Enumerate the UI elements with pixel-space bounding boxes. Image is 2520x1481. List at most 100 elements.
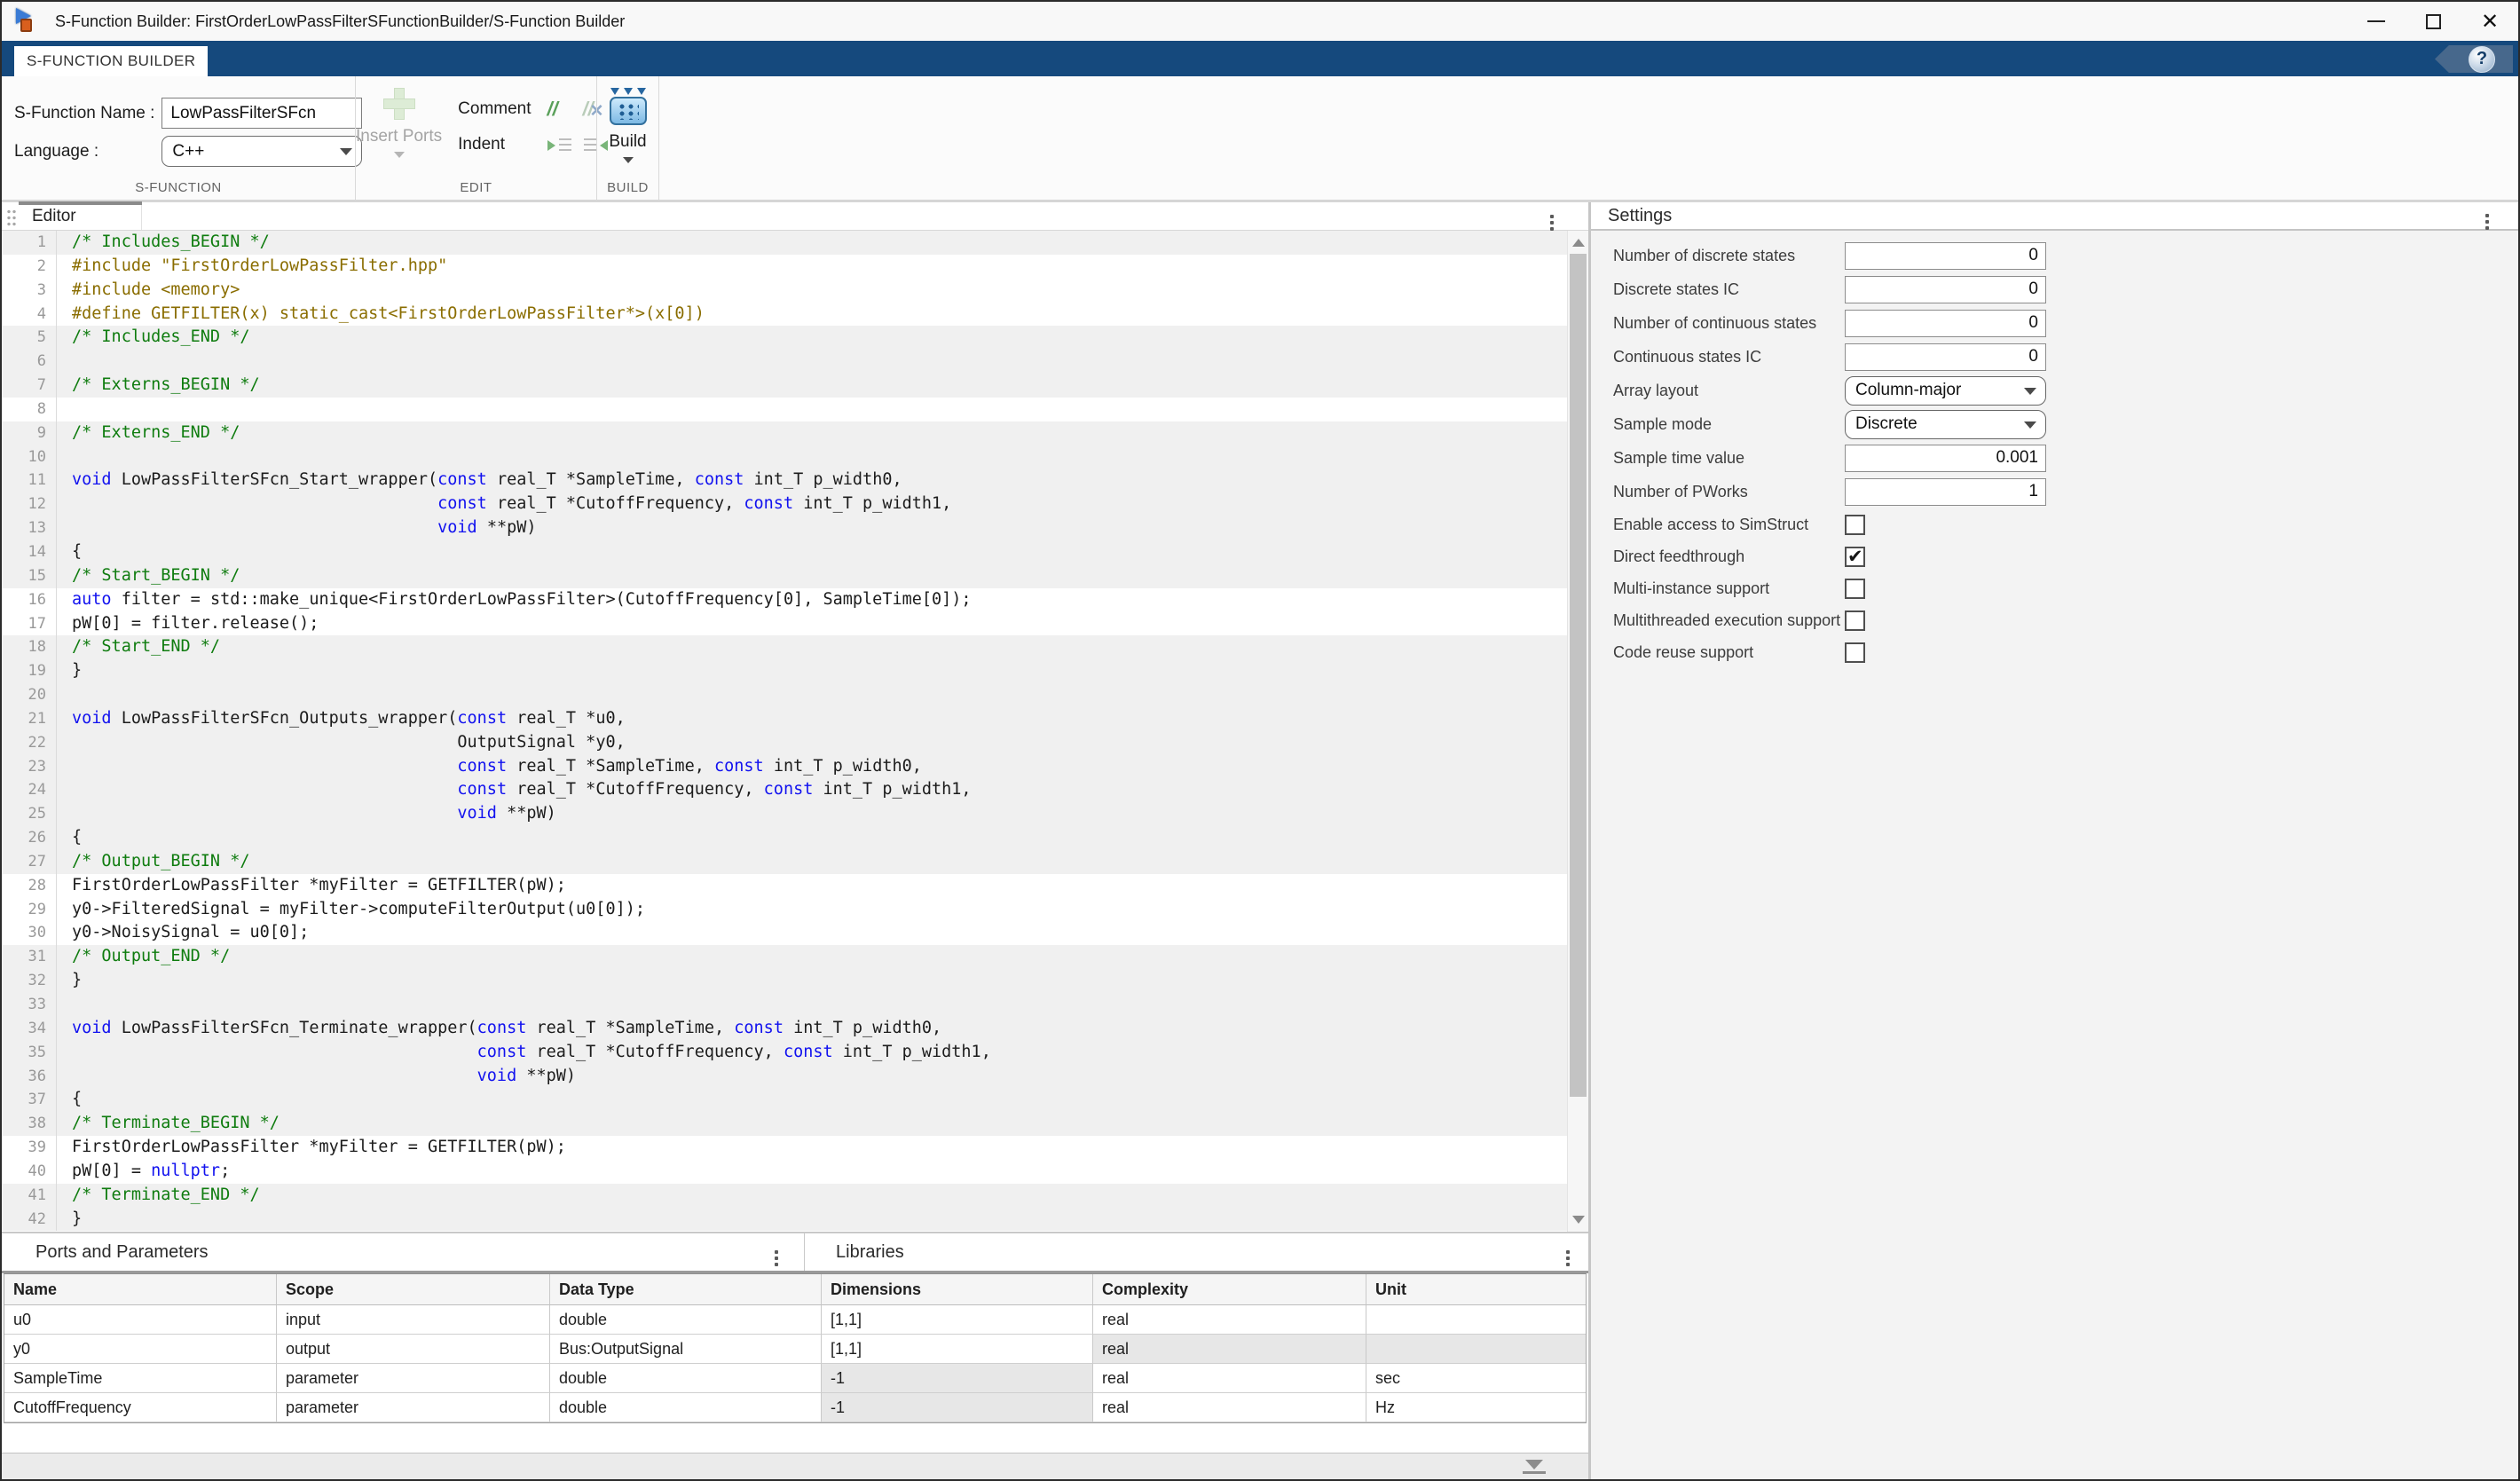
table-cell[interactable]: u0 [4, 1305, 277, 1335]
scroll-up-icon[interactable] [1572, 239, 1585, 247]
chevron-down-icon [2024, 421, 2036, 429]
insert-ports-label: Insert Ports [356, 127, 442, 146]
collapse-panel-button[interactable] [1523, 1460, 1546, 1474]
setting-input[interactable]: 0 [1845, 343, 2046, 371]
code-line[interactable]: 29y0->FilteredSignal = myFilter->compute… [2, 898, 1588, 922]
table-cell[interactable]: real [1093, 1393, 1366, 1422]
code-line[interactable]: 8 [2, 398, 1588, 421]
table-header-cell[interactable]: Data Type [550, 1274, 822, 1305]
sfunction-name-input[interactable]: LowPassFilterSFcn [161, 98, 362, 129]
line-number: 2 [2, 255, 57, 279]
setting-dropdown[interactable]: Column-major [1845, 376, 2046, 406]
maximize-button[interactable] [2405, 2, 2461, 41]
tab-editor[interactable]: Editor [20, 202, 142, 230]
table-cell[interactable]: SampleTime [4, 1364, 277, 1393]
code-line: 38/* Terminate_BEGIN */ [2, 1112, 1588, 1136]
setting-input[interactable]: 1 [1845, 478, 2046, 506]
collapse-bar-icon [1523, 1471, 1546, 1474]
maximize-icon [2426, 14, 2441, 29]
line-number: 1 [2, 231, 57, 255]
code-text: const real_T *CutoffFrequency, const int… [57, 778, 972, 802]
window-title: S-Function Builder: FirstOrderLowPassFil… [55, 12, 625, 31]
indent-right-icon[interactable] [547, 135, 572, 158]
table-cell[interactable]: [1,1] [822, 1305, 1093, 1335]
setting-label: Array layout [1613, 382, 1698, 400]
table-cell[interactable]: double [550, 1364, 822, 1393]
libraries-header[interactable]: Libraries [805, 1233, 1588, 1271]
setting-checkbox[interactable] [1845, 547, 1865, 567]
setting-input[interactable]: 0.001 [1845, 445, 2046, 472]
editor-panel-menu-button[interactable] [1540, 202, 1563, 230]
setting-checkbox[interactable] [1845, 642, 1865, 663]
table-cell[interactable]: Hz [1366, 1393, 1586, 1422]
tab-sfunction-builder[interactable]: S-FUNCTION BUILDER [14, 46, 208, 76]
editor-scrollbar[interactable] [1567, 231, 1588, 1232]
table-header-cell[interactable]: Dimensions [822, 1274, 1093, 1305]
setting-checkbox[interactable] [1845, 611, 1865, 631]
close-button[interactable]: ✕ [2461, 2, 2518, 41]
table-cell[interactable]: CutoffFrequency [4, 1393, 277, 1422]
code-text: { [57, 1088, 82, 1112]
code-line[interactable]: 28FirstOrderLowPassFilter *myFilter = GE… [2, 874, 1588, 898]
minimize-button[interactable] [2348, 2, 2405, 41]
scroll-down-icon[interactable] [1572, 1216, 1585, 1224]
code-text: /* Includes_END */ [57, 326, 249, 350]
settings-panel-menu-button[interactable] [2476, 214, 2499, 217]
toolstrip-spacer [658, 76, 2518, 200]
code-editor[interactable]: 1/* Includes_BEGIN */2#include "FirstOrd… [2, 231, 1588, 1232]
table-cell[interactable]: sec [1366, 1364, 1586, 1393]
code-line[interactable]: 3#include <memory> [2, 279, 1588, 303]
setting-input[interactable]: 0 [1845, 276, 2046, 303]
panel-drag-handle-icon[interactable] [5, 208, 18, 226]
code-line[interactable]: 16auto filter = std::make_unique<FirstOr… [2, 588, 1588, 612]
code-text: y0->FilteredSignal = myFilter->computeFi… [57, 898, 645, 922]
scrollbar-thumb[interactable] [1570, 254, 1587, 1097]
table-cell[interactable]: input [277, 1305, 550, 1335]
line-number: 24 [2, 778, 57, 802]
table-header-cell[interactable]: Unit [1366, 1274, 1586, 1305]
table-cell[interactable]: real [1093, 1364, 1366, 1393]
line-number: 30 [2, 921, 57, 945]
table-cell[interactable]: Bus:OutputSignal [550, 1335, 822, 1364]
table-header-cell[interactable]: Complexity [1093, 1274, 1366, 1305]
help-button[interactable]: ? [2435, 45, 2513, 73]
libraries-panel-menu-button[interactable] [1556, 1250, 1579, 1254]
table-cell[interactable]: parameter [277, 1364, 550, 1393]
table-cell[interactable]: double [550, 1305, 822, 1335]
line-number: 42 [2, 1208, 57, 1232]
line-number: 16 [2, 588, 57, 612]
build-icon [610, 88, 647, 125]
ports-and-parameters-header[interactable]: Ports and Parameters [2, 1233, 805, 1271]
setting-checkbox[interactable] [1845, 579, 1865, 599]
code-line[interactable]: 30y0->NoisySignal = u0[0]; [2, 921, 1588, 945]
code-text: /* Output_BEGIN */ [57, 850, 249, 874]
toolstrip: S-Function Name : LowPassFilterSFcn Lang… [2, 76, 2518, 202]
table-cell: -1 [822, 1393, 1093, 1422]
table-header-cell[interactable]: Name [4, 1274, 277, 1305]
code-line[interactable]: 4#define GETFILTER(x) static_cast<FirstO… [2, 303, 1588, 327]
line-number: 32 [2, 969, 57, 993]
language-dropdown[interactable]: C++ [161, 136, 362, 167]
setting-checkbox[interactable] [1845, 515, 1865, 535]
setting-dropdown[interactable]: Discrete [1845, 410, 2046, 439]
table-cell[interactable] [1366, 1305, 1586, 1335]
table-cell[interactable]: parameter [277, 1393, 550, 1422]
table-cell[interactable]: double [550, 1393, 822, 1422]
table-header-cell[interactable]: Scope [277, 1274, 550, 1305]
code-line[interactable]: 2#include "FirstOrderLowPassFilter.hpp" [2, 255, 1588, 279]
comment-icon[interactable]: // [547, 99, 572, 122]
table-cell[interactable]: real [1093, 1305, 1366, 1335]
table-cell[interactable]: [1,1] [822, 1335, 1093, 1364]
line-number: 13 [2, 516, 57, 540]
ports-panel-menu-button[interactable] [765, 1250, 788, 1254]
setting-input[interactable]: 0 [1845, 310, 2046, 337]
code-line[interactable]: 40pW[0] = nullptr; [2, 1160, 1588, 1184]
code-line[interactable]: 39FirstOrderLowPassFilter *myFilter = GE… [2, 1136, 1588, 1160]
table-cell[interactable]: output [277, 1335, 550, 1364]
settings-row: Direct feedthrough [1591, 540, 2518, 572]
code-line[interactable]: 17pW[0] = filter.release(); [2, 612, 1588, 636]
toolstrip-section-edit: Insert Ports Comment // //✕ Indent EDIT [355, 76, 596, 200]
table-cell[interactable]: y0 [4, 1335, 277, 1364]
settings-row: Multithreaded execution support [1591, 604, 2518, 636]
setting-input[interactable]: 0 [1845, 242, 2046, 270]
